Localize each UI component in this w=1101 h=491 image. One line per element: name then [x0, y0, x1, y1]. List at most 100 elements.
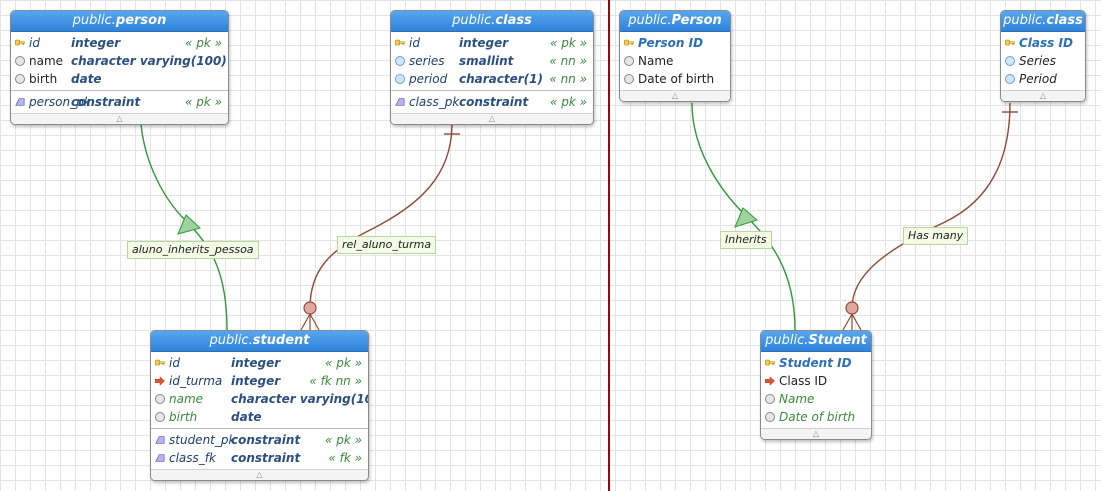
constraint-row[interactable]: class_pk constraint « pk »	[391, 93, 593, 111]
foreign-key-arrow-icon	[155, 376, 165, 386]
table-header[interactable]: public.student	[151, 331, 368, 352]
collapse-arrow-icon: △	[256, 470, 263, 479]
column-name: period	[409, 72, 448, 86]
column-row[interactable]: Period	[1001, 70, 1085, 88]
column-name: Date of birth	[779, 410, 856, 424]
table-columns: Person ID Name Date of birth	[620, 32, 730, 90]
column-constraint: « fk nn »	[309, 374, 362, 388]
table-name: Person	[671, 13, 722, 28]
column-row[interactable]: series smallint « nn »	[391, 52, 593, 70]
fk-line-physical[interactable]	[309, 123, 453, 309]
column-type: character varying(100)	[71, 54, 227, 68]
column-row[interactable]: name character varying(100)	[151, 390, 368, 408]
constraint-tag: « fk »	[328, 451, 362, 465]
collapse-toggle[interactable]: △	[11, 113, 228, 124]
column-row[interactable]: period character(1) « nn »	[391, 70, 593, 88]
table-physical-student[interactable]: public.student id integer « pk » id_turma int…	[150, 330, 369, 481]
constraint-icon	[155, 436, 165, 444]
constraint-row[interactable]: student_pk constraint « pk »	[151, 431, 368, 449]
column-icon	[624, 56, 634, 66]
table-name: person	[115, 13, 167, 28]
collapse-arrow-icon: △	[671, 91, 679, 100]
column-constraint: « pk »	[184, 36, 222, 50]
constraint-icon	[155, 454, 165, 462]
table-columns: id integer « pk » name character varying(100…	[11, 32, 228, 113]
table-schema: public.	[209, 333, 253, 348]
constraint-type: constraint	[231, 451, 301, 465]
column-row[interactable]: Name	[620, 52, 730, 70]
fk-line-logical[interactable]	[851, 102, 1011, 309]
column-name: Student ID	[779, 356, 852, 370]
column-name: id_turma	[169, 374, 223, 388]
column-row[interactable]: Date of birth	[761, 408, 871, 426]
table-columns: Student ID Class ID Name Date of birth	[761, 352, 871, 428]
column-row[interactable]: Date of birth	[620, 70, 730, 88]
column-row[interactable]: id integer « pk »	[391, 34, 593, 52]
table-logical-person[interactable]: public.Person Person ID Name Date of birth △	[619, 10, 731, 102]
constraint-row[interactable]: person_pk constraint « pk »	[11, 93, 228, 111]
column-constraint: « nn »	[549, 72, 587, 86]
key-icon	[15, 39, 25, 46]
column-icon	[155, 412, 165, 422]
collapse-toggle[interactable]: △	[151, 469, 368, 480]
section-separator	[151, 428, 368, 429]
fk-many-circle-physical	[303, 301, 317, 315]
column-name: name	[169, 392, 204, 406]
column-type: integer	[71, 36, 121, 50]
column-type: date	[71, 72, 102, 86]
column-constraint: « nn »	[549, 54, 587, 68]
collapse-toggle[interactable]: △	[620, 90, 730, 101]
table-header[interactable]: public.class	[1001, 11, 1085, 32]
column-row[interactable]: id_turma integer « fk nn »	[151, 372, 368, 390]
fk-many-circle-logical	[845, 301, 859, 315]
column-row[interactable]: id integer « pk »	[151, 354, 368, 372]
key-icon	[624, 39, 634, 46]
constraint-type: constraint	[459, 95, 529, 109]
column-row[interactable]: Name	[761, 390, 871, 408]
table-logical-class[interactable]: public.class Class ID Series Period △	[1000, 10, 1086, 102]
relationship-label-inherits-logical[interactable]: Inherits	[720, 231, 772, 249]
column-icon	[15, 56, 25, 66]
table-columns: Class ID Series Period	[1001, 32, 1085, 90]
fk-crowfoot-physical	[300, 313, 320, 331]
relationship-label-fk-physical[interactable]: rel_aluno_turma	[337, 236, 437, 254]
table-header[interactable]: public.Student	[761, 331, 871, 352]
column-row[interactable]: Series	[1001, 52, 1085, 70]
column-row[interactable]: name character varying(100)	[11, 52, 228, 70]
column-row[interactable]: Person ID	[620, 34, 730, 52]
column-row[interactable]: id integer « pk »	[11, 34, 228, 52]
constraint-type: constraint	[71, 95, 141, 109]
column-name: Class ID	[779, 374, 828, 388]
column-constraint: « pk »	[549, 36, 587, 50]
column-row[interactable]: birth date	[151, 408, 368, 426]
not-null-column-icon	[395, 74, 405, 84]
table-name: student	[252, 333, 310, 348]
column-type: integer	[231, 356, 281, 370]
column-name: series	[409, 54, 445, 68]
table-name: class	[495, 13, 532, 28]
relationship-label-fk-logical[interactable]: Has many	[903, 227, 969, 245]
table-header[interactable]: public.Person	[620, 11, 730, 32]
table-physical-class[interactable]: public.class id integer « pk » series smallin…	[390, 10, 594, 125]
column-type: date	[231, 410, 262, 424]
collapse-toggle[interactable]: △	[1001, 90, 1085, 101]
collapse-toggle[interactable]: △	[391, 113, 593, 124]
constraint-icon	[15, 98, 25, 106]
column-icon	[624, 74, 634, 84]
column-row[interactable]: Class ID	[1001, 34, 1085, 52]
constraint-row[interactable]: class_fk constraint « fk »	[151, 449, 368, 467]
table-logical-student[interactable]: public.Student Student ID Class ID Name Date…	[760, 330, 872, 440]
column-name: Name	[638, 54, 674, 68]
column-row[interactable]: Student ID	[761, 354, 871, 372]
table-schema: public.	[628, 13, 672, 28]
column-row[interactable]: birth date	[11, 70, 228, 88]
table-header[interactable]: public.person	[11, 11, 228, 32]
table-physical-person[interactable]: public.person id integer « pk » name characte…	[10, 10, 229, 125]
fk-crowfoot-logical	[842, 313, 862, 331]
relationship-label-inherits-physical[interactable]: aluno_inherits_pessoa	[127, 241, 259, 259]
column-row[interactable]: Class ID	[761, 372, 871, 390]
view-divider	[608, 0, 610, 491]
constraint-tag: « pk »	[324, 433, 362, 447]
table-header[interactable]: public.class	[391, 11, 593, 32]
collapse-toggle[interactable]: △	[761, 428, 871, 439]
